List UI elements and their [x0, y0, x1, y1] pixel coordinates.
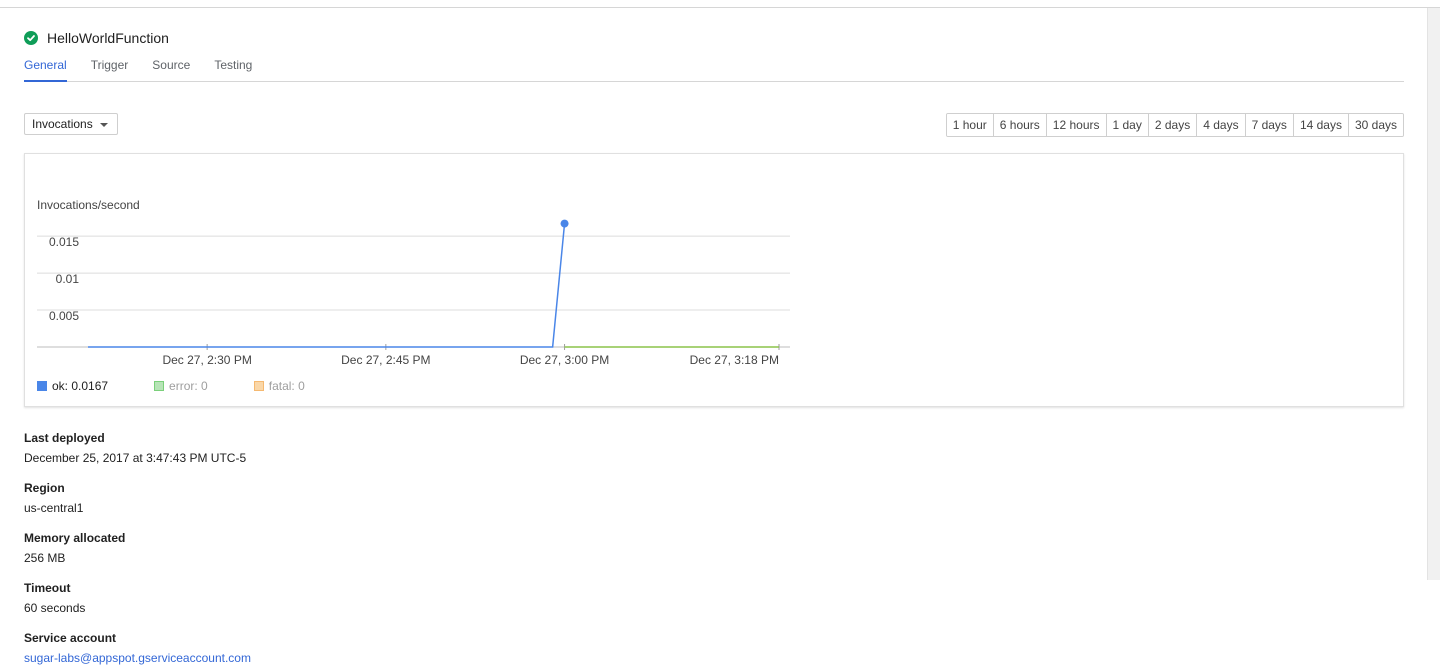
y-tick-label: 0.01: [56, 272, 80, 286]
x-tick-label: Dec 27, 2:45 PM: [341, 353, 430, 367]
series-line-ok: [88, 223, 566, 348]
detail-service-account: Service account sugar-labs@appspot.gserv…: [24, 631, 251, 665]
range-6-hours-button[interactable]: 6 hours: [992, 114, 1046, 136]
y-tick-label: 0.015: [49, 235, 79, 249]
range-4-days-button[interactable]: 4 days: [1196, 114, 1245, 136]
legend-item-fatal[interactable]: fatal: 0: [253, 379, 305, 393]
metric-dropdown[interactable]: Invocations: [24, 113, 118, 135]
tab-source[interactable]: Source: [152, 57, 190, 81]
detail-last-deployed: Last deployed December 25, 2017 at 3:47:…: [24, 431, 246, 465]
legend-item-ok[interactable]: ok: 0.0167: [37, 379, 108, 393]
memory-value: 256 MB: [24, 551, 66, 565]
range-30-days-button[interactable]: 30 days: [1347, 114, 1403, 136]
chart-gridlines: [37, 235, 790, 348]
region-label: Region: [24, 481, 65, 495]
chart-series: [88, 219, 779, 348]
legend-label-error: error: 0: [169, 379, 208, 393]
function-header: HelloWorldFunction: [24, 28, 169, 48]
y-tick-label: 0.005: [49, 309, 79, 323]
y-axis-ticks: 0.005 0.01 0.015: [49, 235, 79, 323]
x-tick-label: Dec 27, 3:00 PM: [520, 353, 609, 367]
tab-bar: General Trigger Source Testing: [24, 57, 1404, 82]
tab-general[interactable]: General: [24, 57, 67, 82]
last-deployed-label: Last deployed: [24, 431, 105, 445]
detail-region: Region us-central1: [24, 481, 83, 515]
invocations-chart-card: Invocations/second 0.005 0.01 0.015 Dec 27…: [24, 153, 1404, 407]
region-value: us-central1: [24, 501, 84, 515]
caret-down-icon: [100, 123, 108, 127]
timeout-value: 60 seconds: [24, 601, 86, 615]
metric-dropdown-value: Invocations: [32, 117, 93, 131]
legend-swatch-ok: [37, 381, 47, 391]
range-1-hour-button[interactable]: 1 hour: [946, 114, 993, 136]
time-range-selector: 1 hour 6 hours 12 hours 1 day 2 days 4 d…: [945, 113, 1404, 137]
legend-label-ok: ok: 0.0167: [52, 379, 109, 393]
vertical-scrollbar[interactable]: [1427, 8, 1440, 580]
legend-swatch-fatal: [253, 381, 264, 391]
chart-legend: ok: 0.0167 error: 0 fatal: 0: [37, 379, 351, 393]
detail-timeout: Timeout 60 seconds: [24, 581, 85, 615]
range-12-hours-button[interactable]: 12 hours: [1045, 114, 1106, 136]
range-7-days-button[interactable]: 7 days: [1244, 114, 1293, 136]
timeout-label: Timeout: [24, 581, 71, 595]
y-axis-label: Invocations/second: [37, 198, 140, 212]
service-account-link[interactable]: sugar-labs@appspot.gserviceaccount.com: [24, 651, 251, 665]
range-2-days-button[interactable]: 2 days: [1147, 114, 1197, 136]
legend-label-fatal: fatal: 0: [268, 379, 305, 393]
top-divider: [0, 7, 1440, 8]
detail-memory: Memory allocated 256 MB: [24, 531, 125, 565]
x-tick-label: Dec 27, 3:18 PM: [690, 353, 779, 367]
tab-trigger[interactable]: Trigger: [91, 57, 129, 81]
data-point-peak[interactable]: [560, 219, 569, 228]
x-tick-label: Dec 27, 2:30 PM: [162, 353, 251, 367]
function-title: HelloWorldFunction: [47, 30, 169, 46]
last-deployed-value: December 25, 2017 at 3:47:43 PM UTC-5: [24, 451, 247, 465]
legend-item-error[interactable]: error: 0: [154, 379, 208, 393]
tab-testing[interactable]: Testing: [214, 57, 252, 81]
range-14-days-button[interactable]: 14 days: [1292, 114, 1348, 136]
invocations-chart: Invocations/second 0.005 0.01 0.015 Dec 27…: [37, 198, 790, 367]
range-1-day-button[interactable]: 1 day: [1105, 114, 1148, 136]
legend-swatch-error: [154, 381, 165, 391]
service-account-label: Service account: [24, 631, 117, 645]
check-circle-icon: [24, 31, 38, 45]
memory-label: Memory allocated: [24, 531, 126, 545]
